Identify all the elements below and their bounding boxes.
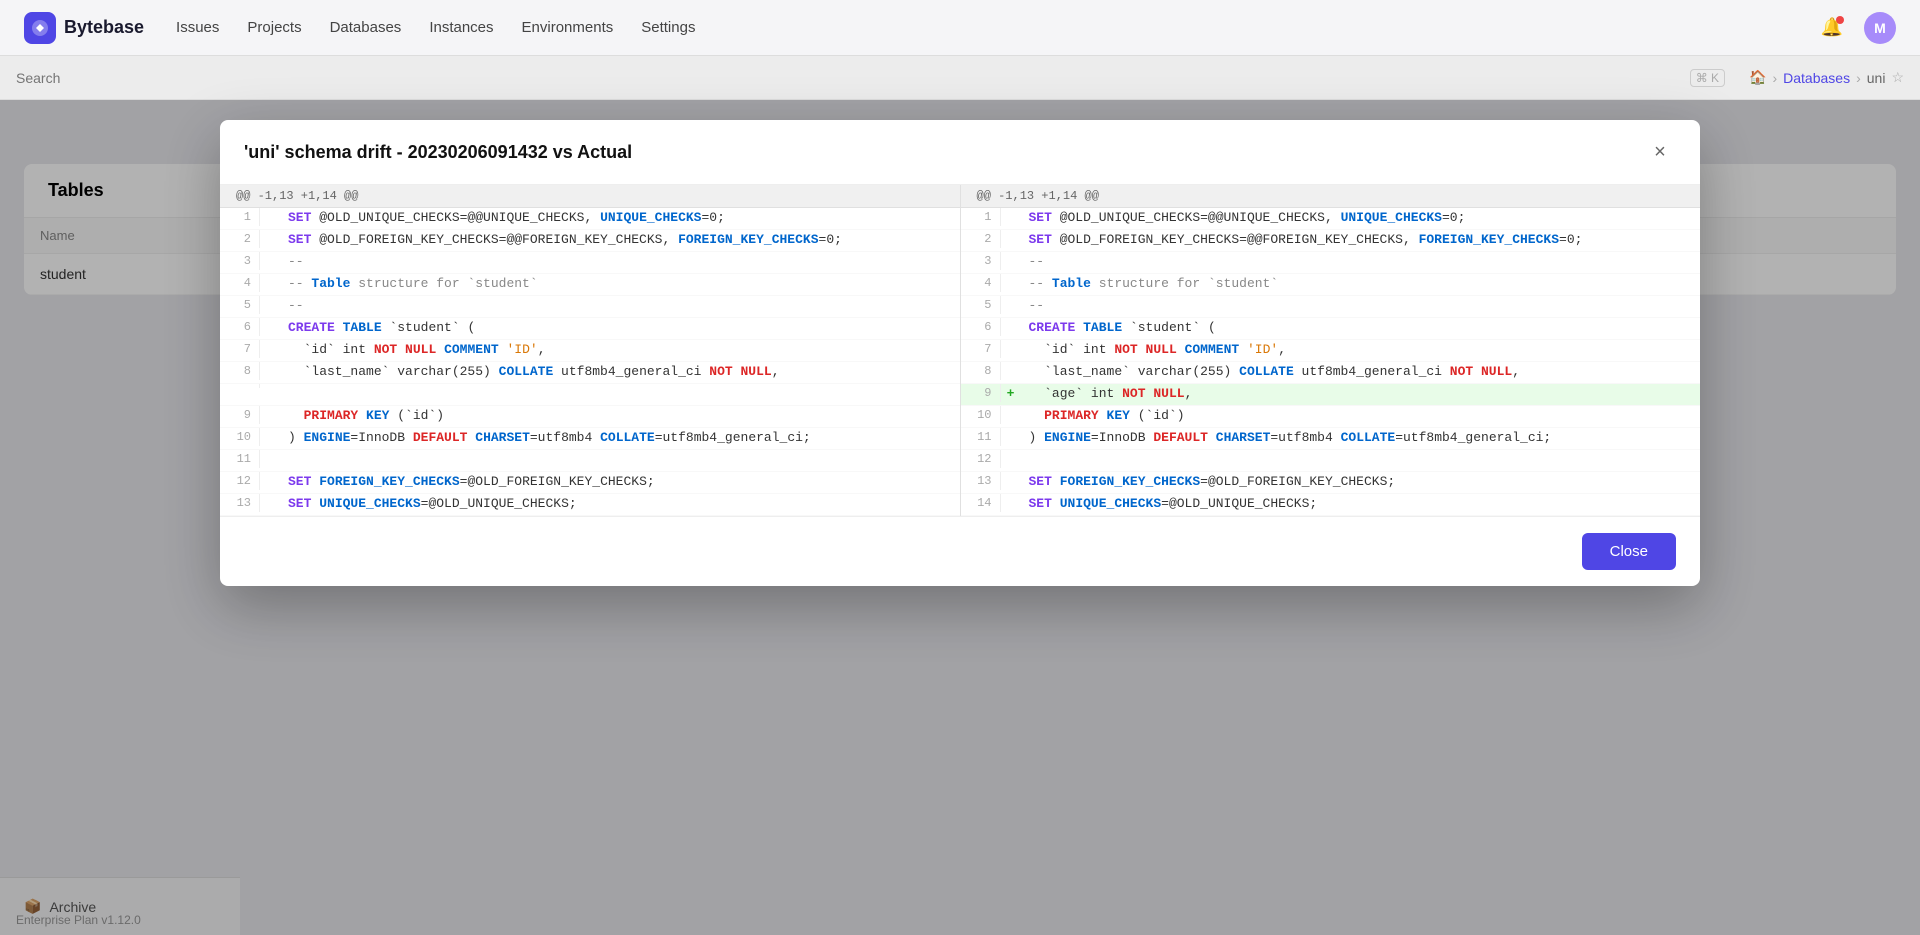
breadcrumb: 🏠 › Databases › uni ☆	[1749, 69, 1904, 86]
diff-pane-right: @@ -1,13 +1,14 @@ 1 SET @OLD_UNIQUE_CHEC…	[961, 185, 1701, 516]
diff-pane-left: @@ -1,13 +1,14 @@ 1 SET @OLD_UNIQUE_CHEC…	[220, 185, 961, 516]
logo[interactable]: Bytebase	[24, 12, 144, 44]
breadcrumb-sep-1: ›	[1772, 70, 1777, 86]
diff-line-left-blank	[220, 384, 960, 406]
nav-settings[interactable]: Settings	[641, 19, 695, 36]
nav-environments[interactable]: Environments	[522, 19, 614, 36]
diff-line-left-9: 9 PRIMARY KEY (`id`)	[220, 406, 960, 428]
modal-overlay: 'uni' schema drift - 20230206091432 vs A…	[0, 100, 1920, 935]
top-navigation: Bytebase Issues Projects Databases Insta…	[0, 0, 1920, 56]
diff-line-left-4: 4 -- Table structure for `student`	[220, 274, 960, 296]
diff-line-right-4: 4 -- Table structure for `student`	[961, 274, 1701, 296]
diff-line-right-9-added: 9 + `age` int NOT NULL,	[961, 384, 1701, 406]
diff-line-left-2: 2 SET @OLD_FOREIGN_KEY_CHECKS=@@FOREIGN_…	[220, 230, 960, 252]
breadcrumb-databases[interactable]: Databases	[1783, 70, 1850, 86]
breadcrumb-uni: uni	[1867, 70, 1886, 86]
nav-instances[interactable]: Instances	[429, 19, 493, 36]
nav-databases[interactable]: Databases	[330, 19, 402, 36]
diff-line-left-7: 7 `id` int NOT NULL COMMENT 'ID',	[220, 340, 960, 362]
modal-close-button[interactable]: ×	[1644, 136, 1676, 168]
diff-plus-marker: +	[1001, 384, 1021, 403]
star-icon[interactable]: ☆	[1891, 69, 1904, 86]
app-name: Bytebase	[64, 17, 144, 38]
diff-line-left-13: 13 SET UNIQUE_CHECKS=@OLD_UNIQUE_CHECKS;	[220, 494, 960, 516]
diff-line-left-1: 1 SET @OLD_UNIQUE_CHECKS=@@UNIQUE_CHECKS…	[220, 208, 960, 230]
home-icon[interactable]: 🏠	[1749, 69, 1766, 86]
diff-line-right-2: 2 SET @OLD_FOREIGN_KEY_CHECKS=@@FOREIGN_…	[961, 230, 1701, 252]
nav-issues[interactable]: Issues	[176, 19, 219, 36]
diff-line-right-3: 3 --	[961, 252, 1701, 274]
diff-line-right-1: 1 SET @OLD_UNIQUE_CHECKS=@@UNIQUE_CHECKS…	[961, 208, 1701, 230]
diff-line-left-12: 12 SET FOREIGN_KEY_CHECKS=@OLD_FOREIGN_K…	[220, 472, 960, 494]
diff-line-right-5: 5 --	[961, 296, 1701, 318]
diff-line-right-11: 11 ) ENGINE=InnoDB DEFAULT CHARSET=utf8m…	[961, 428, 1701, 450]
diff-line-right-8: 8 `last_name` varchar(255) COLLATE utf8m…	[961, 362, 1701, 384]
diff-line-left-8: 8 `last_name` varchar(255) COLLATE utf8m…	[220, 362, 960, 384]
search-input[interactable]	[16, 70, 1682, 86]
diff-line-right-14: 14 SET UNIQUE_CHECKS=@OLD_UNIQUE_CHECKS;	[961, 494, 1701, 516]
page-background: Tables Name Engine Row count est. Data s…	[0, 100, 1920, 935]
diff-line-left-3: 3 --	[220, 252, 960, 274]
search-shortcut: ⌘ K	[1690, 69, 1725, 87]
close-button[interactable]: Close	[1582, 533, 1676, 570]
modal-footer: Close	[220, 516, 1700, 586]
schema-drift-modal: 'uni' schema drift - 20230206091432 vs A…	[220, 120, 1700, 586]
diff-line-right-6: 6 CREATE TABLE `student` (	[961, 318, 1701, 340]
modal-header: 'uni' schema drift - 20230206091432 vs A…	[220, 120, 1700, 185]
avatar[interactable]: M	[1864, 12, 1896, 44]
search-bar: ⌘ K 🏠 › Databases › uni ☆	[0, 56, 1920, 100]
diff-container: @@ -1,13 +1,14 @@ 1 SET @OLD_UNIQUE_CHEC…	[220, 185, 1700, 516]
diff-line-right-12: 12	[961, 450, 1701, 472]
breadcrumb-sep-2: ›	[1856, 70, 1861, 86]
diff-header-right: @@ -1,13 +1,14 @@	[961, 185, 1701, 208]
notification-dot	[1836, 16, 1844, 24]
nav-links: Issues Projects Databases Instances Envi…	[176, 19, 695, 37]
diff-header-left: @@ -1,13 +1,14 @@	[220, 185, 960, 208]
diff-line-left-10: 10 ) ENGINE=InnoDB DEFAULT CHARSET=utf8m…	[220, 428, 960, 450]
diff-line-left-11: 11	[220, 450, 960, 472]
notification-icon[interactable]: 🔔	[1816, 12, 1848, 44]
logo-icon	[24, 12, 56, 44]
diff-line-left-5: 5 --	[220, 296, 960, 318]
modal-title: 'uni' schema drift - 20230206091432 vs A…	[244, 142, 632, 163]
nav-projects[interactable]: Projects	[247, 19, 301, 36]
diff-line-right-10: 10 PRIMARY KEY (`id`)	[961, 406, 1701, 428]
nav-right: 🔔 M	[1816, 12, 1896, 44]
diff-line-right-7: 7 `id` int NOT NULL COMMENT 'ID',	[961, 340, 1701, 362]
diff-line-right-13: 13 SET FOREIGN_KEY_CHECKS=@OLD_FOREIGN_K…	[961, 472, 1701, 494]
diff-line-left-6: 6 CREATE TABLE `student` (	[220, 318, 960, 340]
